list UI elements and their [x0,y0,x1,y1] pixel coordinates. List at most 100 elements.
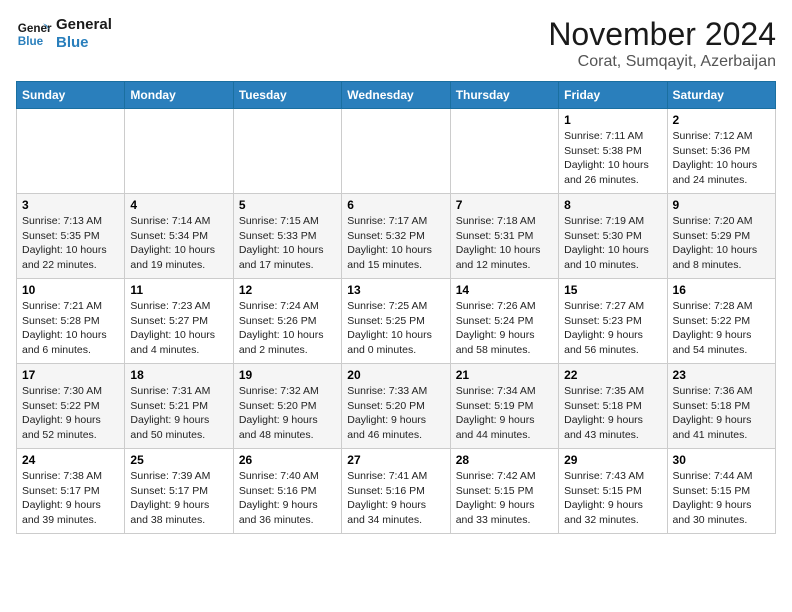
calendar-cell: 12 Sunrise: 7:24 AMSunset: 5:26 PMDayligh… [233,279,341,364]
calendar-cell: 4 Sunrise: 7:14 AMSunset: 5:34 PMDaylight… [125,194,233,279]
day-info: Sunrise: 7:21 AMSunset: 5:28 PMDaylight:… [22,299,119,358]
calendar-cell: 22 Sunrise: 7:35 AMSunset: 5:18 PMDayligh… [559,364,667,449]
col-header-saturday: Saturday [667,82,775,109]
day-number: 19 [239,368,336,382]
day-number: 1 [564,113,661,127]
calendar-table: SundayMondayTuesdayWednesdayThursdayFrid… [16,81,776,534]
calendar-cell: 29Sunrise: 7:43 AMSunset: 5:15 PMDayligh… [559,449,667,534]
day-number: 10 [22,283,119,297]
calendar-header-row: SundayMondayTuesdayWednesdayThursdayFrid… [17,82,776,109]
calendar-cell: 30Sunrise: 7:44 AMSunset: 5:15 PMDayligh… [667,449,775,534]
calendar-cell: 15 Sunrise: 7:27 AMSunset: 5:23 PMDayligh… [559,279,667,364]
calendar-cell: 1Sunrise: 7:11 AMSunset: 5:38 PMDaylight… [559,109,667,194]
month-year-title: November 2024 [548,16,776,53]
logo: General Blue General Blue [16,16,112,52]
day-info: Sunrise: 7:33 AMSunset: 5:20 PMDaylight:… [347,384,444,443]
day-number: 30 [673,453,770,467]
day-info: Sunrise: 7:27 AMSunset: 5:23 PMDaylight:… [564,299,661,358]
day-number: 9 [673,198,770,212]
day-number: 18 [130,368,227,382]
day-info: Sunrise: 7:17 AMSunset: 5:32 PMDaylight:… [347,214,444,273]
day-info: Sunrise: 7:39 AMSunset: 5:17 PMDaylight:… [130,469,227,528]
calendar-cell: 24Sunrise: 7:38 AMSunset: 5:17 PMDayligh… [17,449,125,534]
day-number: 12 [239,283,336,297]
title-block: November 2024 Corat, Sumqayit, Azerbaija… [548,16,776,71]
calendar-cell [17,109,125,194]
calendar-cell: 11 Sunrise: 7:23 AMSunset: 5:27 PMDayligh… [125,279,233,364]
calendar-cell: 8 Sunrise: 7:19 AMSunset: 5:30 PMDaylight… [559,194,667,279]
calendar-cell [450,109,558,194]
calendar-week-1: 1Sunrise: 7:11 AMSunset: 5:38 PMDaylight… [17,109,776,194]
calendar-cell: 28 Sunrise: 7:42 AMSunset: 5:15 PMDayligh… [450,449,558,534]
col-header-tuesday: Tuesday [233,82,341,109]
day-info: Sunrise: 7:25 AMSunset: 5:25 PMDaylight:… [347,299,444,358]
calendar-week-2: 3Sunrise: 7:13 AMSunset: 5:35 PMDaylight… [17,194,776,279]
svg-text:Blue: Blue [18,35,44,48]
day-number: 17 [22,368,119,382]
day-number: 24 [22,453,119,467]
calendar-cell: 26 Sunrise: 7:40 AMSunset: 5:16 PMDayligh… [233,449,341,534]
day-info: Sunrise: 7:28 AMSunset: 5:22 PMDaylight:… [673,299,770,358]
day-info: Sunrise: 7:12 AMSunset: 5:36 PMDaylight:… [673,129,770,188]
calendar-cell: 9 Sunrise: 7:20 AMSunset: 5:29 PMDaylight… [667,194,775,279]
day-info: Sunrise: 7:18 AMSunset: 5:31 PMDaylight:… [456,214,553,273]
day-info: Sunrise: 7:14 AMSunset: 5:34 PMDaylight:… [130,214,227,273]
day-info: Sunrise: 7:19 AMSunset: 5:30 PMDaylight:… [564,214,661,273]
day-info: Sunrise: 7:41 AMSunset: 5:16 PMDaylight:… [347,469,444,528]
calendar-cell: 10 Sunrise: 7:21 AMSunset: 5:28 PMDayligh… [17,279,125,364]
day-number: 26 [239,453,336,467]
day-number: 14 [456,283,553,297]
day-info: Sunrise: 7:30 AMSunset: 5:22 PMDaylight:… [22,384,119,443]
calendar-cell [342,109,450,194]
calendar-cell: 21Sunrise: 7:34 AMSunset: 5:19 PMDayligh… [450,364,558,449]
day-number: 25 [130,453,227,467]
day-number: 16 [673,283,770,297]
day-number: 27 [347,453,444,467]
col-header-wednesday: Wednesday [342,82,450,109]
day-info: Sunrise: 7:20 AMSunset: 5:29 PMDaylight:… [673,214,770,273]
day-info: Sunrise: 7:43 AMSunset: 5:15 PMDaylight:… [564,469,661,528]
calendar-cell: 17 Sunrise: 7:30 AMSunset: 5:22 PMDayligh… [17,364,125,449]
day-info: Sunrise: 7:23 AMSunset: 5:27 PMDaylight:… [130,299,227,358]
day-number: 11 [130,283,227,297]
day-info: Sunrise: 7:35 AMSunset: 5:18 PMDaylight:… [564,384,661,443]
col-header-thursday: Thursday [450,82,558,109]
calendar-cell: 20 Sunrise: 7:33 AMSunset: 5:20 PMDayligh… [342,364,450,449]
day-number: 28 [456,453,553,467]
day-number: 21 [456,368,553,382]
day-info: Sunrise: 7:32 AMSunset: 5:20 PMDaylight:… [239,384,336,443]
day-number: 13 [347,283,444,297]
calendar-cell: 13 Sunrise: 7:25 AMSunset: 5:25 PMDayligh… [342,279,450,364]
day-number: 23 [673,368,770,382]
page-header: General Blue General Blue November 2024 … [16,16,776,71]
logo-blue: Blue [56,34,112,52]
logo-general: General [56,16,112,34]
day-number: 22 [564,368,661,382]
day-number: 5 [239,198,336,212]
calendar-cell: 14Sunrise: 7:26 AMSunset: 5:24 PMDayligh… [450,279,558,364]
day-info: Sunrise: 7:42 AMSunset: 5:15 PMDaylight:… [456,469,553,528]
calendar-cell: 23 Sunrise: 7:36 AMSunset: 5:18 PMDayligh… [667,364,775,449]
calendar-cell: 27 Sunrise: 7:41 AMSunset: 5:16 PMDayligh… [342,449,450,534]
day-number: 15 [564,283,661,297]
day-info: Sunrise: 7:24 AMSunset: 5:26 PMDaylight:… [239,299,336,358]
calendar-cell: 3Sunrise: 7:13 AMSunset: 5:35 PMDaylight… [17,194,125,279]
day-info: Sunrise: 7:31 AMSunset: 5:21 PMDaylight:… [130,384,227,443]
location-subtitle: Corat, Sumqayit, Azerbaijan [548,53,776,71]
logo-icon: General Blue [16,16,52,52]
calendar-cell: 2 Sunrise: 7:12 AMSunset: 5:36 PMDaylight… [667,109,775,194]
day-number: 4 [130,198,227,212]
calendar-cell: 19 Sunrise: 7:32 AMSunset: 5:20 PMDayligh… [233,364,341,449]
day-number: 2 [673,113,770,127]
calendar-cell: 18 Sunrise: 7:31 AMSunset: 5:21 PMDayligh… [125,364,233,449]
calendar-week-3: 10 Sunrise: 7:21 AMSunset: 5:28 PMDayligh… [17,279,776,364]
day-number: 20 [347,368,444,382]
col-header-friday: Friday [559,82,667,109]
day-number: 7 [456,198,553,212]
day-number: 3 [22,198,119,212]
day-info: Sunrise: 7:36 AMSunset: 5:18 PMDaylight:… [673,384,770,443]
col-header-sunday: Sunday [17,82,125,109]
day-info: Sunrise: 7:40 AMSunset: 5:16 PMDaylight:… [239,469,336,528]
day-number: 8 [564,198,661,212]
calendar-cell: 5Sunrise: 7:15 AMSunset: 5:33 PMDaylight… [233,194,341,279]
